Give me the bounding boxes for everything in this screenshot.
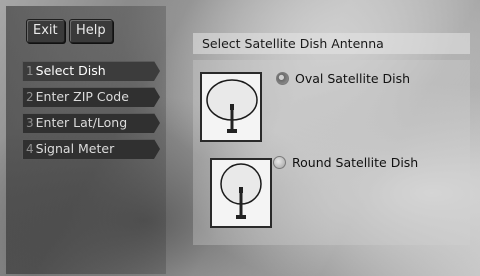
option-label: Oval Satellite Dish xyxy=(295,71,411,86)
menu-item-signal-meter[interactable]: 4 Signal Meter xyxy=(22,139,160,159)
menu-item-label: Signal Meter xyxy=(35,141,115,156)
oval-dish-icon xyxy=(202,74,260,140)
round-dish-icon xyxy=(212,160,270,226)
menu-item-number: 1 xyxy=(26,64,34,78)
oval-dish-image[interactable] xyxy=(200,72,262,142)
menu-item-label: Enter ZIP Code xyxy=(35,89,129,104)
page-title: Select Satellite Dish Antenna xyxy=(193,33,470,54)
menu-item-enter-zip-code[interactable]: 2 Enter ZIP Code xyxy=(22,87,160,107)
exit-button[interactable]: Exit xyxy=(26,19,65,43)
oval-dish-option[interactable]: Oval Satellite Dish xyxy=(276,71,410,87)
round-dish-image[interactable] xyxy=(210,158,272,228)
radio-button[interactable] xyxy=(276,72,289,85)
menu-item-label: Select Dish xyxy=(35,63,106,78)
menu-item-enter-lat-long[interactable]: 3 Enter Lat/Long xyxy=(22,113,160,133)
menu-item-number: 4 xyxy=(26,142,34,156)
menu-item-number: 3 xyxy=(26,116,34,130)
radio-button[interactable] xyxy=(273,156,286,169)
option-label: Round Satellite Dish xyxy=(292,155,419,170)
round-dish-option[interactable]: Round Satellite Dish xyxy=(273,155,418,171)
menu-item-select-dish[interactable]: 1 Select Dish xyxy=(22,61,160,81)
menu-item-number: 2 xyxy=(26,90,34,104)
help-button[interactable]: Help xyxy=(69,19,113,43)
menu-item-label: Enter Lat/Long xyxy=(35,115,128,130)
